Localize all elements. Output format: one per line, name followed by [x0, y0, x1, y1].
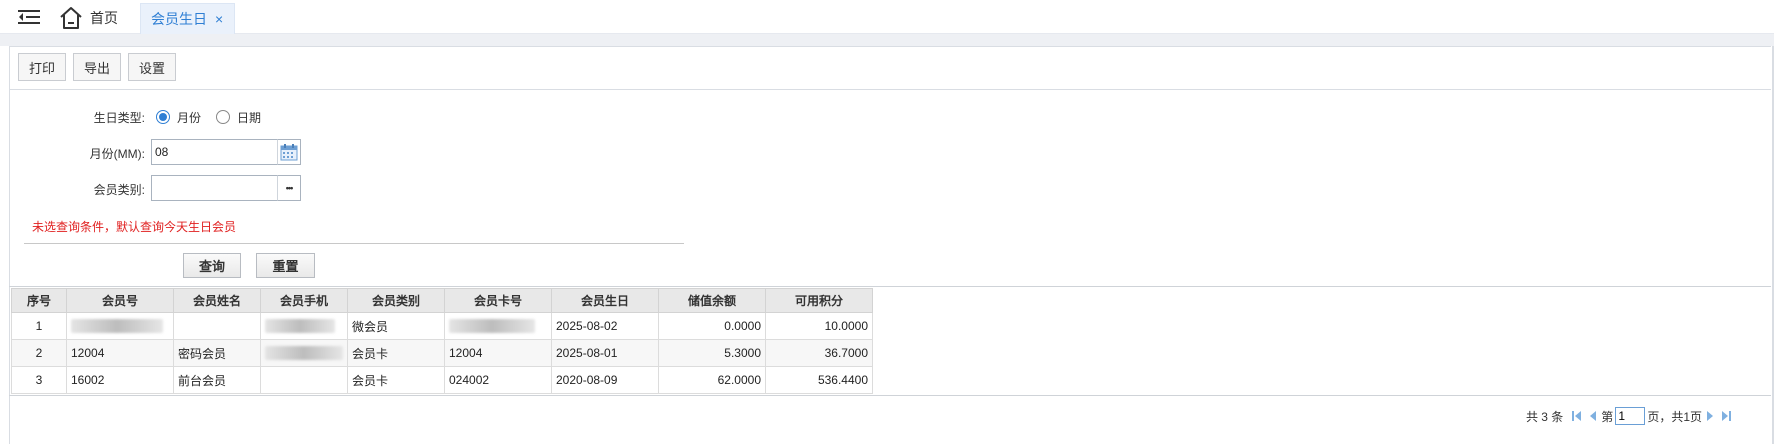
cell-card-no: 12004 — [444, 339, 552, 367]
calendar-button[interactable] — [277, 139, 301, 165]
cell-category: 会员卡 — [347, 366, 445, 394]
table-row[interactable]: 1 微会员 2025-08-02 0.0000 10.0000 — [11, 312, 873, 340]
prev-page-icon[interactable] — [1587, 409, 1599, 423]
cell-birthday: 2025-08-02 — [551, 312, 659, 340]
radio-date-label[interactable]: 日期 — [237, 109, 261, 126]
cell-phone — [260, 366, 348, 394]
query-button[interactable]: 查询 — [183, 253, 241, 278]
cell-name: 前台会员 — [173, 366, 261, 394]
home-icon — [60, 7, 82, 29]
table-row[interactable]: 2 12004 密码会员 会员卡 12004 2025-08-01 5.3000… — [11, 339, 873, 367]
tab-home[interactable]: 首页 — [58, 6, 118, 30]
table-header-row: 序号 会员号 会员姓名 会员手机 会员类别 会员卡号 会员生日 储值余额 可用积… — [11, 288, 873, 313]
redacted-value — [265, 319, 335, 334]
cell-index: 3 — [11, 366, 67, 394]
cell-index: 2 — [11, 339, 67, 367]
gray-strip — [0, 34, 1774, 46]
member-category-input[interactable] — [151, 175, 278, 201]
grid-bottom-border — [9, 395, 1771, 396]
cell-card-no: 024002 — [444, 366, 552, 394]
column-header[interactable]: 会员姓名 — [173, 288, 261, 313]
month-input[interactable]: 08 — [151, 139, 278, 165]
cell-points: 10.0000 — [765, 312, 873, 340]
toolbar-divider — [9, 89, 1771, 90]
print-button[interactable]: 打印 — [18, 53, 66, 81]
cell-points: 536.4400 — [765, 366, 873, 394]
settings-button[interactable]: 设置 — [128, 53, 176, 81]
table-row[interactable]: 3 16002 前台会员 会员卡 024002 2020-08-09 62.00… — [11, 366, 873, 394]
cell-balance: 0.0000 — [658, 312, 766, 340]
column-header[interactable]: 会员号 — [66, 288, 174, 313]
grid-top-border — [9, 286, 1771, 287]
column-header[interactable]: 储值余额 — [658, 288, 766, 313]
reset-button[interactable]: 重置 — [256, 253, 315, 278]
cell-phone — [260, 339, 348, 367]
form-divider — [24, 243, 684, 244]
cell-name — [173, 312, 261, 340]
column-header[interactable]: 序号 — [11, 288, 67, 313]
tab-member-birthday[interactable]: 会员生日 × — [140, 3, 235, 34]
total-count: 共 3 条 — [1525, 409, 1564, 424]
page-suffix: 页，共1页 — [1647, 409, 1702, 424]
query-hint: 未选查询条件，默认查询今天生日会员 — [32, 220, 237, 234]
column-header[interactable]: 会员类别 — [347, 288, 445, 313]
tab-member-birthday-label: 会员生日 — [151, 11, 207, 27]
cell-category: 会员卡 — [347, 339, 445, 367]
birthday-type-label: 生日类型: — [93, 111, 145, 125]
close-icon[interactable]: × — [215, 11, 223, 27]
menu-collapse-icon[interactable] — [18, 9, 40, 25]
cell-points: 36.7000 — [765, 339, 873, 367]
cell-category: 微会员 — [347, 312, 445, 340]
redacted-value — [71, 319, 163, 334]
page-number-input[interactable] — [1615, 407, 1646, 425]
column-header[interactable]: 会员手机 — [260, 288, 348, 313]
month-label: 月份(MM): — [89, 147, 145, 161]
column-header[interactable]: 可用积分 — [765, 288, 873, 313]
cell-member-no — [66, 312, 174, 340]
cell-phone — [260, 312, 348, 340]
cell-balance: 62.0000 — [658, 366, 766, 394]
page-prefix: 第 — [1601, 409, 1614, 424]
pagination: 共 3 条 第 页，共1页 — [1526, 407, 1734, 425]
radio-month-label[interactable]: 月份 — [177, 109, 201, 126]
tab-home-label: 首页 — [90, 10, 118, 26]
radio-month[interactable] — [156, 110, 170, 124]
cell-birthday: 2020-08-09 — [551, 366, 659, 394]
cell-balance: 5.3000 — [658, 339, 766, 367]
column-header[interactable]: 会员生日 — [551, 288, 659, 313]
next-page-icon[interactable] — [1704, 409, 1716, 423]
column-header[interactable]: 会员卡号 — [444, 288, 552, 313]
cell-name: 密码会员 — [173, 339, 261, 367]
radio-date[interactable] — [216, 110, 230, 124]
first-page-icon[interactable] — [1571, 409, 1583, 423]
redacted-value — [449, 319, 535, 334]
calendar-icon — [280, 144, 298, 161]
cell-index: 1 — [11, 312, 67, 340]
redacted-value — [265, 346, 343, 361]
member-category-picker-button[interactable]: ••• — [277, 175, 301, 201]
member-category-label: 会员类别: — [93, 183, 145, 197]
cell-member-no: 16002 — [66, 366, 174, 394]
export-button[interactable]: 导出 — [73, 53, 121, 81]
cell-card-no — [444, 312, 552, 340]
member-table: 序号 会员号 会员姓名 会员手机 会员类别 会员卡号 会员生日 储值余额 可用积… — [11, 288, 873, 394]
last-page-icon[interactable] — [1720, 409, 1732, 423]
cell-birthday: 2025-08-01 — [551, 339, 659, 367]
tab-bar: 首页 会员生日 × — [0, 0, 1774, 34]
toolbar: 打印 导出 设置 — [18, 53, 176, 81]
cell-member-no: 12004 — [66, 339, 174, 367]
